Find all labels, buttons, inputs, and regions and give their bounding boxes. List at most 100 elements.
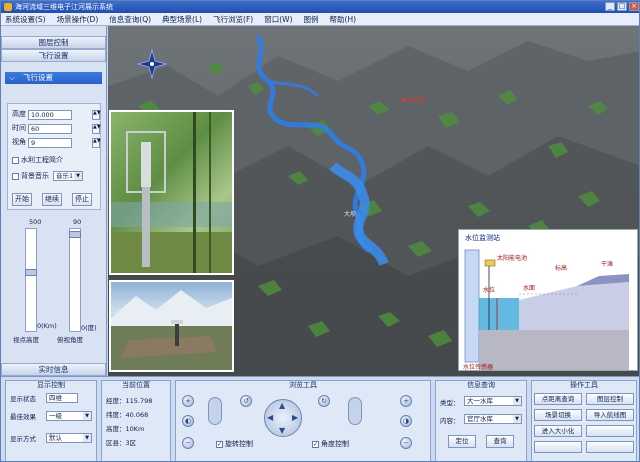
- arrow-right-icon[interactable]: ▶: [292, 413, 298, 422]
- close-button[interactable]: ×: [629, 2, 639, 11]
- latitude-value: 纬度：40.068: [106, 411, 149, 419]
- display-mode-label: 显示方式: [10, 435, 36, 443]
- diagram-dry-beach: 干滩: [601, 260, 613, 268]
- operation-tools-title: 操作工具: [570, 381, 598, 389]
- diagram-elevation: 标高: [555, 264, 567, 272]
- menu-scene-operation[interactable]: 场景操作(D): [57, 14, 99, 25]
- import-route-button[interactable]: 导入航线图: [586, 409, 634, 421]
- flip-button[interactable]: ◑: [400, 415, 412, 427]
- bg-music-checkbox[interactable]: 背景音乐 音乐1 ▼: [12, 171, 83, 181]
- arrow-down-icon[interactable]: ▼: [279, 426, 285, 435]
- time-input[interactable]: 60: [28, 123, 72, 134]
- display-mode-select[interactable]: 默认 ▼: [46, 433, 92, 443]
- fly-settings-box: 高度 10.000 ▲▼ 时间 60 ▲▼ 视角 9 ▲▼ 水利工程简介 背景音…: [7, 103, 101, 210]
- tool-button-7[interactable]: [534, 441, 582, 453]
- show-status-value: 四维: [49, 394, 62, 402]
- station-marker[interactable]: [402, 98, 406, 102]
- resize-button[interactable]: 进入大小化: [534, 425, 582, 437]
- angle-slider-max: 90: [73, 218, 82, 226]
- bottom-panel: 显示控制 显示状态 四维 最佳效果 一级 ▼ 显示方式 默认 ▼ 当前位置 经度…: [1, 376, 639, 461]
- arrow-up-icon[interactable]: ▲: [279, 401, 285, 410]
- show-status-label: 显示状态: [10, 395, 36, 403]
- tool-button-6[interactable]: [586, 425, 634, 437]
- operation-tools-group: 操作工具 点距离查询 图层控制 场景切换 导入航线图 进入大小化: [531, 380, 637, 461]
- chevron-down-icon: ▼: [83, 434, 91, 442]
- best-effect-select[interactable]: 一级 ▼: [46, 411, 92, 421]
- water-project-checkbox[interactable]: 水利工程简介: [12, 155, 63, 165]
- checkbox-box: ✓: [216, 440, 223, 448]
- angle-input[interactable]: 9: [28, 137, 72, 148]
- realtime-info-header[interactable]: 实时信息: [1, 363, 106, 376]
- rotate-ccw-button[interactable]: ↺: [240, 395, 252, 407]
- menu-system-settings[interactable]: 系统设置(S): [5, 14, 46, 25]
- height-slider-thumb[interactable]: [25, 269, 37, 276]
- station-photo: [111, 290, 232, 370]
- zoom-out-button[interactable]: −: [182, 437, 194, 449]
- query-button[interactable]: 查询: [486, 435, 514, 448]
- arrow-left-icon[interactable]: ◀: [267, 413, 273, 422]
- scene-switch-button[interactable]: 场景切换: [534, 409, 582, 421]
- angle-label: 视角: [12, 138, 26, 146]
- query-content-select[interactable]: 官厅水库 ▼: [464, 414, 522, 424]
- menu-flight[interactable]: 飞行浏览(F): [213, 14, 253, 25]
- angle-spinner[interactable]: ▲▼: [92, 137, 101, 148]
- height-slider-caption: 视点高度: [13, 336, 39, 344]
- menu-legend[interactable]: 图例: [304, 14, 319, 25]
- rotate-left-button[interactable]: ◐: [182, 415, 194, 427]
- diagram-surface: 水面: [523, 284, 535, 292]
- rotate-control-checkbox[interactable]: ✓ 旋转控制: [216, 439, 253, 449]
- angle-slider-thumb[interactable]: [69, 231, 81, 238]
- point-distance-query-button[interactable]: 点距离查询: [534, 393, 582, 405]
- best-effect-value: 一级: [49, 412, 62, 420]
- layer-control-header[interactable]: 图层控制: [1, 36, 106, 49]
- fly-settings-header[interactable]: 飞行设置: [1, 49, 106, 62]
- lower-button[interactable]: −: [400, 437, 412, 449]
- 3d-terrain-viewport[interactable]: 水文站 大坝 水位监测站 太阳能电池 标高 干滩 水位 水面 水位传感器: [108, 26, 639, 376]
- pitch-slider[interactable]: [348, 397, 362, 425]
- zoom-in-button[interactable]: +: [182, 395, 194, 407]
- height-slider[interactable]: [25, 228, 37, 332]
- start-button[interactable]: 开始: [12, 193, 32, 206]
- locate-button[interactable]: 定位: [448, 435, 476, 448]
- current-position-group: 当前位置 经度：115.798 纬度：40.068 高度：10Km 区县：3区: [101, 380, 171, 461]
- menu-typical-scene[interactable]: 典型场景(L): [162, 14, 202, 25]
- angle-control-checkbox[interactable]: ✓ 角度控制: [312, 439, 349, 449]
- diagram-sensor: 水位传感器: [463, 363, 493, 371]
- tower-photo: [111, 112, 232, 273]
- music-select[interactable]: 音乐1 ▼: [53, 171, 83, 181]
- diagram-title: 水位监测站: [465, 233, 500, 242]
- tool-button-8[interactable]: [586, 441, 634, 453]
- chevron-down-icon: ▼: [513, 397, 521, 405]
- maximize-button[interactable]: □: [617, 2, 627, 11]
- menu-info-query[interactable]: 信息查询(Q): [109, 14, 151, 25]
- show-status-select[interactable]: 四维: [46, 393, 78, 403]
- menu-window[interactable]: 窗口(W): [264, 14, 292, 25]
- reservoir-label: 大坝: [344, 210, 356, 218]
- raise-button[interactable]: +: [400, 395, 412, 407]
- diagram-level: 水位: [483, 286, 495, 294]
- left-panel: 图层控制 飞行设置 ⌵ 飞行设置 高度 10.000 ▲▼ 时间 60 ▲▼ 视…: [1, 26, 107, 376]
- zone-value: 区县：3区: [106, 439, 137, 447]
- checkbox-box: ✓: [312, 440, 319, 448]
- stop-button[interactable]: 停止: [72, 193, 92, 206]
- rotate-control-label: 旋转控制: [225, 440, 253, 448]
- layer-control-button[interactable]: 图层控制: [586, 393, 634, 405]
- rotate-cw-button[interactable]: ↻: [318, 395, 330, 407]
- checkbox-box: [12, 172, 19, 180]
- height-input[interactable]: 10.000: [28, 109, 72, 120]
- info-query-group: 信息查询 类型： 大一水库 ▼ 内容： 官厅水库 ▼ 定位 查询: [435, 380, 527, 461]
- angle-slider[interactable]: [69, 228, 81, 332]
- continue-button[interactable]: 继续: [42, 193, 62, 206]
- bg-music-label: 背景音乐: [21, 172, 49, 180]
- menu-bar: 系统设置(S) 场景操作(D) 信息查询(Q) 典型场景(L) 飞行浏览(F) …: [1, 13, 639, 26]
- menu-help[interactable]: 帮助(H): [330, 14, 357, 25]
- fly-settings-expanded[interactable]: ⌵ 飞行设置: [5, 72, 102, 84]
- chevron-down-icon: ▼: [83, 412, 91, 420]
- time-spinner[interactable]: ▲▼: [92, 123, 101, 134]
- query-content-value: 官厅水库: [467, 415, 493, 423]
- minimize-button[interactable]: _: [605, 2, 615, 11]
- height-spinner[interactable]: ▲▼: [92, 109, 101, 120]
- query-type-select[interactable]: 大一水库 ▼: [464, 396, 522, 406]
- water-project-label: 水利工程简介: [21, 156, 63, 164]
- tilt-slider[interactable]: [208, 397, 222, 425]
